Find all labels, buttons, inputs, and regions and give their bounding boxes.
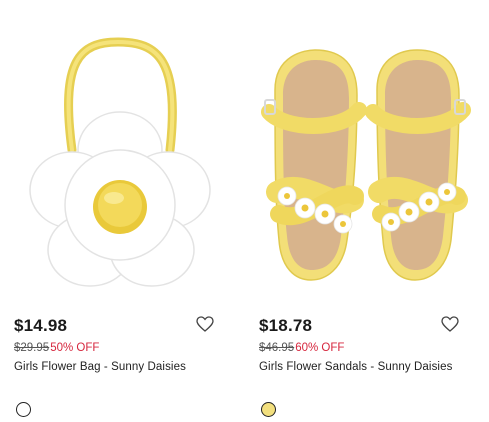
color-swatch[interactable] [261,402,276,417]
product-price: $18.78 [259,316,313,335]
price-discount-row: $46.9560% OFF [259,342,344,354]
product-name[interactable]: Girls Flower Sandals - Sunny Daisies [259,361,452,373]
product-image-flower-bag[interactable] [0,0,244,300]
heart-outline-icon[interactable] [441,316,459,332]
product-grid: $14.98 $29.9550% OFF Girls Flower Bag - … [0,0,489,422]
heart-outline-icon[interactable] [196,316,214,332]
discount-badge: 50% OFF [50,342,100,354]
original-price: $46.95 [259,342,295,354]
original-price: $29.95 [14,342,50,354]
price-discount-row: $29.9550% OFF [14,342,99,354]
product-card[interactable]: $14.98 $29.9550% OFF Girls Flower Bag - … [0,0,244,422]
discount-badge: 60% OFF [295,342,345,354]
color-swatch[interactable] [16,402,31,417]
product-name[interactable]: Girls Flower Bag - Sunny Daisies [14,361,186,373]
product-image-flower-sandals[interactable] [245,0,489,300]
product-price: $14.98 [14,316,68,335]
product-card[interactable]: $18.78 $46.9560% OFF Girls Flower Sandal… [245,0,489,422]
